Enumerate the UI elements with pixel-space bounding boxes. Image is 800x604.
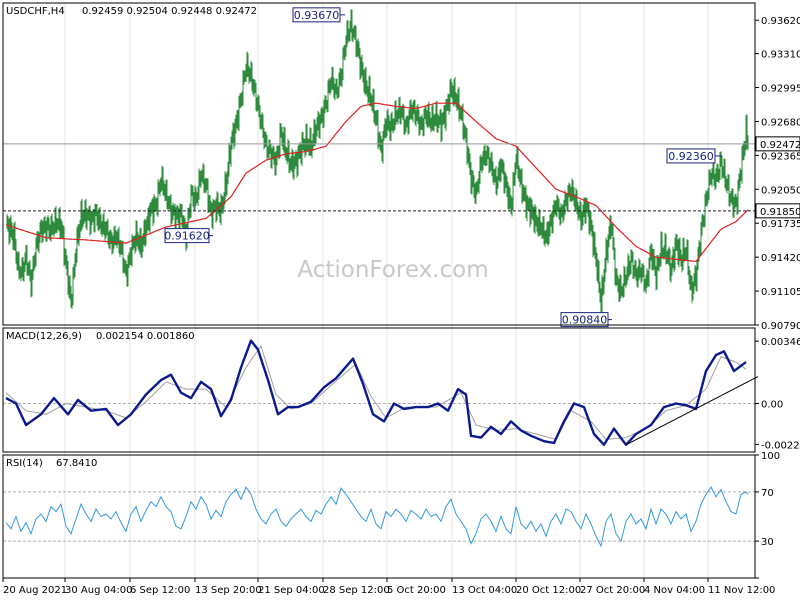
watermark: ActionForex.com — [297, 257, 488, 283]
y-tick-label: 0.91420 — [761, 253, 800, 264]
x-tick-label: 28 Sep 12:00 — [323, 585, 390, 596]
rsi-header-title: RSI(14) — [6, 458, 43, 469]
price-annotation: 0.92360 — [666, 148, 722, 164]
price-annotation: 0.91620 — [164, 228, 213, 244]
y-tick-label: 100 — [761, 451, 780, 462]
x-tick-label: 11 Nov 12:00 — [708, 585, 775, 596]
y-tick-label: 0.003468 — [761, 337, 800, 348]
x-tick-label: 27 Oct 20:00 — [580, 585, 645, 596]
price-tag-label: 0.92472 — [760, 140, 800, 151]
y-tick-label: 0.93620 — [761, 16, 800, 27]
macd-header-title: MACD(12,26,9) — [6, 331, 82, 342]
x-tick-label: 13 Oct 04:00 — [452, 585, 517, 596]
y-tick-label: 0.91735 — [761, 219, 800, 230]
price-header-symbol: USDCHF,H4 — [6, 6, 65, 17]
x-tick-label: 20 Oct 12:00 — [516, 585, 581, 596]
y-tick-label: 30 — [761, 537, 774, 548]
y-tick-label: 0.92995 — [761, 84, 800, 95]
price-annotation: 0.93670 — [292, 7, 345, 23]
annotation-label: 0.93670 — [294, 9, 340, 22]
macd-header-values: 0.002154 0.001860 — [96, 331, 195, 342]
price-tag: 0.91850 — [755, 203, 800, 219]
x-tick-label: 13 Sep 20:00 — [195, 585, 262, 596]
y-tick-label: 0.91105 — [761, 287, 800, 298]
price-header-ohlc: 0.92459 0.92504 0.92448 0.92472 — [82, 6, 257, 17]
price-tag: 0.92472 — [755, 136, 800, 152]
y-tick-label: 0.90790 — [761, 321, 800, 332]
y-tick-label: -0.002274 — [761, 440, 800, 451]
x-tick-label: 6 Sep 12:00 — [130, 585, 190, 596]
y-tick-label: 0.93310 — [761, 50, 800, 61]
x-tick-label: 5 Oct 20:00 — [387, 585, 446, 596]
y-tick-label: 0.92050 — [761, 185, 800, 196]
rsi-header-values: 67.8410 — [56, 458, 97, 469]
annotation-label: 0.92360 — [668, 150, 714, 163]
annotation-label: 0.91620 — [164, 230, 210, 243]
x-tick-label: 4 Nov 04:00 — [644, 585, 705, 596]
y-tick-label: 0.92365 — [761, 151, 800, 162]
chart-root: ActionForex.com 0.93670 0.92360 0.91620 0.9… — [0, 0, 800, 600]
y-tick-label: 0.92680 — [761, 117, 800, 128]
x-tick-label: 20 Aug 2021 — [3, 585, 67, 596]
y-tick-label: 0.00 — [761, 399, 783, 410]
x-tick-label: 21 Sep 04:00 — [258, 585, 325, 596]
price-tag-label: 0.91850 — [760, 207, 800, 218]
y-tick-label: 70 — [761, 488, 774, 499]
watermark-layer: ActionForex.com — [297, 257, 488, 283]
usdchf-chart: ActionForex.com 0.93670 0.92360 0.91620 0.9… — [0, 0, 800, 600]
x-tick-label: 30 Aug 04:00 — [65, 585, 132, 596]
chart-background — [0, 0, 800, 600]
